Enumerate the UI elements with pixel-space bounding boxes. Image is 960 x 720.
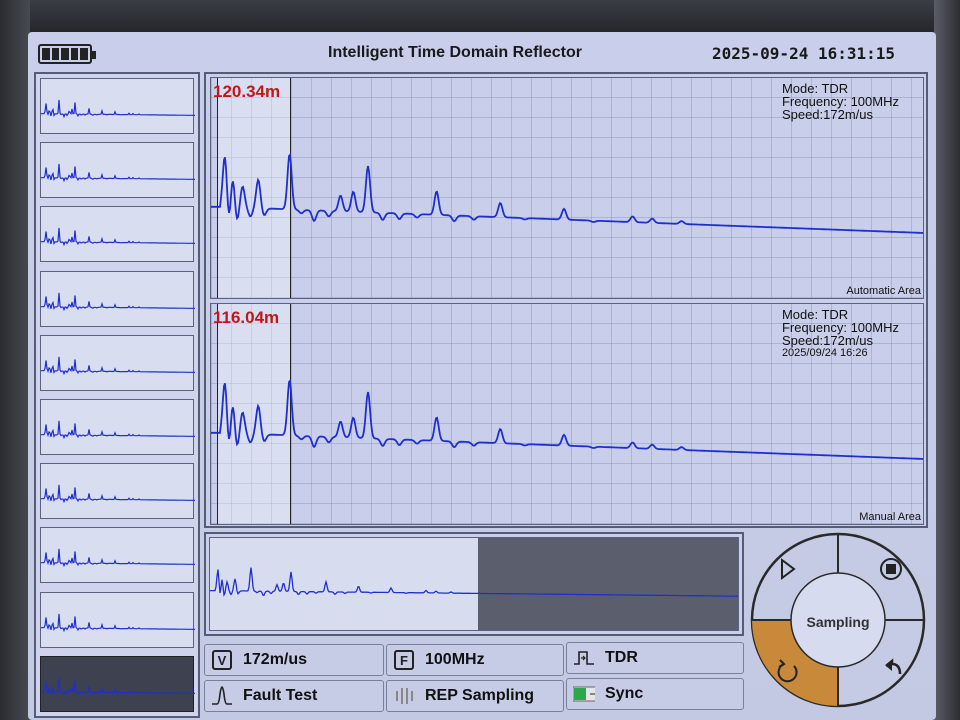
device-bezel-right (934, 0, 960, 720)
sampling-label: Sampling (806, 614, 870, 630)
waveform-panel: 120.34m Mode: TDR Frequency: 100MHz Spee… (204, 72, 928, 528)
trace-line (210, 567, 738, 597)
history-thumbnail[interactable] (40, 142, 195, 199)
saved-timestamp: 2025/09/24 16:26 (781, 347, 868, 359)
history-thumbnail[interactable] (40, 463, 195, 520)
device-bezel-left (0, 0, 30, 720)
velocity-value: 172m/us (243, 651, 308, 668)
waveform-icon (211, 685, 233, 707)
test-parameters: Mode: TDR Frequency: 100MHz Speed:172m/u… (782, 82, 899, 121)
area-label: Automatic Area (846, 285, 921, 297)
thumbnail-trace (41, 485, 195, 504)
history-thumbnail[interactable] (40, 655, 195, 712)
fault-test-button[interactable]: Fault Test (204, 680, 384, 712)
fault-test-label: Fault Test (243, 687, 318, 704)
thumbnail-trace (41, 99, 195, 119)
speed-text: Speed:172m/us (781, 107, 874, 122)
trace-line (211, 378, 923, 460)
frequency-value: 100MHz (425, 651, 485, 668)
sampling-bars-icon (393, 685, 415, 707)
history-thumbnail[interactable] (40, 334, 195, 391)
mode-value: TDR (605, 649, 638, 666)
cursor-distance: 120.34m (213, 82, 281, 101)
device-bezel-top (0, 0, 960, 34)
thumbnail-trace (41, 613, 195, 632)
area-label: Manual Area (859, 511, 921, 523)
history-thumbnail[interactable] (40, 206, 195, 263)
toggle-icon (573, 683, 595, 705)
rep-sampling-label: REP Sampling (425, 687, 535, 704)
history-thumbnail[interactable] (40, 527, 195, 584)
battery-full-icon (38, 44, 96, 64)
frequency-button[interactable]: F 100MHz (386, 644, 564, 676)
history-thumbnail[interactable] (40, 270, 195, 327)
thumbnail-trace (41, 420, 195, 440)
velocity-button[interactable]: V 172m/us (204, 644, 384, 676)
pulse-icon (573, 647, 595, 669)
thumbnail-trace (41, 228, 195, 247)
thumbnail-trace (41, 549, 195, 568)
trace-line (211, 152, 923, 234)
history-thumbnail[interactable] (40, 78, 195, 134)
title-bar: Intelligent Time Domain Reflector 2025-0… (28, 32, 936, 74)
clock: 2025-09-24 16:31:15 (712, 44, 896, 63)
velocity-badge-icon: V (212, 650, 232, 670)
manual-area-plot[interactable]: 116.04m Mode: TDR Frequency: 100MHz Spee… (210, 303, 924, 525)
thumbnail-trace (41, 677, 195, 697)
cursor-distance: 116.04m (213, 308, 280, 327)
speed-text: Speed:172m/us (781, 333, 874, 348)
waveform-overview[interactable] (204, 532, 744, 636)
waveform-history-list (34, 72, 200, 718)
mode-button[interactable]: TDR (566, 642, 744, 674)
device-screen: Intelligent Time Domain Reflector 2025-0… (28, 32, 936, 720)
overview-waveform (210, 567, 738, 597)
sync-label: Sync (605, 685, 644, 702)
history-thumbnail[interactable] (40, 399, 195, 455)
sync-button[interactable]: Sync (566, 678, 744, 710)
thumbnail-trace (41, 164, 195, 183)
thumbnail-trace (41, 292, 195, 311)
frequency-badge-icon: F (394, 650, 414, 670)
app-title: Intelligent Time Domain Reflector (328, 44, 582, 61)
automatic-area-plot[interactable]: 120.34m Mode: TDR Frequency: 100MHz Spee… (210, 77, 924, 299)
rep-sampling-button[interactable]: REP Sampling (386, 680, 564, 712)
test-parameters: Mode: TDR Frequency: 100MHz Speed:172m/u… (782, 308, 899, 360)
thumbnail-trace (41, 356, 195, 376)
history-thumbnail[interactable] (40, 591, 195, 648)
